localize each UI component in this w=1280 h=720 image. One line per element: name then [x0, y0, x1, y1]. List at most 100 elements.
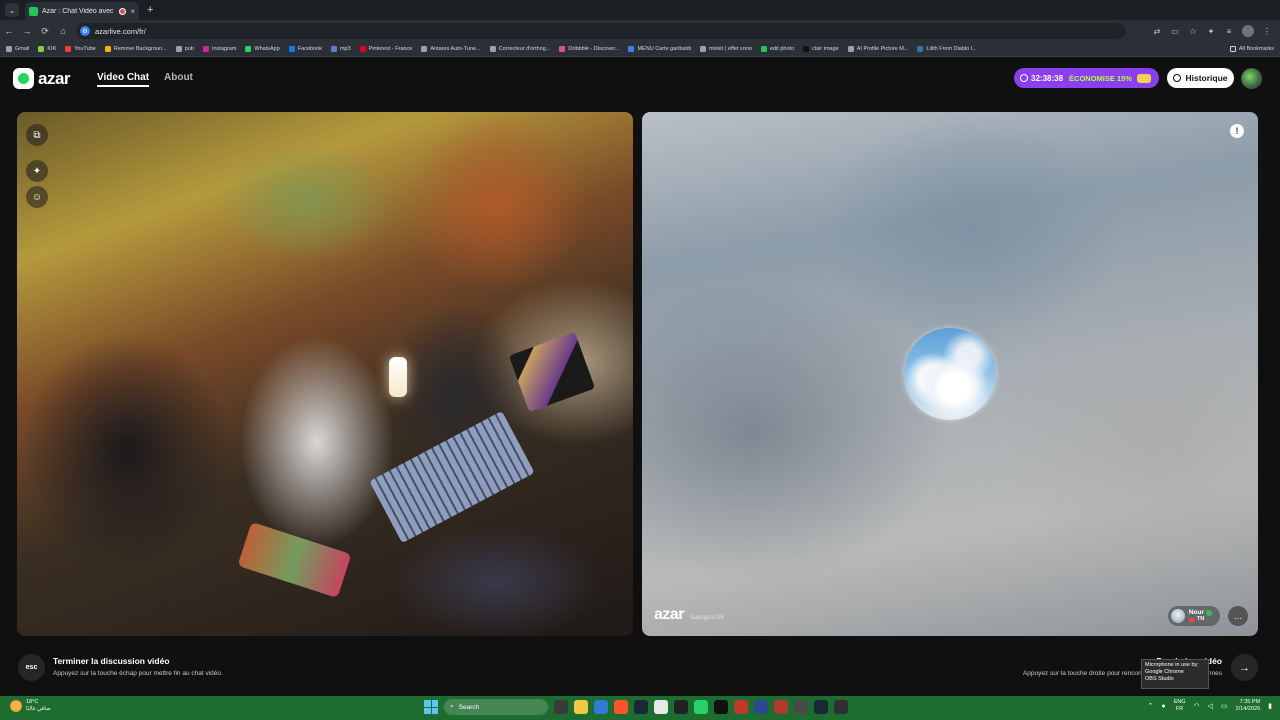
search-icon: ⌕: [450, 703, 454, 710]
all-bookmarks-button[interactable]: All Bookmarks: [1229, 46, 1280, 52]
bookmark-item[interactable]: MENU Carte garibaldi: [628, 46, 691, 52]
tab-title: Azar : Chat Vidéo avec de: [42, 7, 116, 15]
bookmark-icon: [245, 46, 252, 52]
steam-icon[interactable]: [634, 700, 648, 714]
magic-wand-icon[interactable]: ✦: [26, 160, 48, 182]
media-icon[interactable]: ≡: [1224, 26, 1234, 36]
report-icon[interactable]: !: [1230, 124, 1244, 138]
file-explorer-icon[interactable]: [574, 700, 588, 714]
store-icon[interactable]: [594, 700, 608, 714]
bookmark-item[interactable]: clair image: [803, 46, 839, 52]
app-icon[interactable]: [734, 700, 748, 714]
clock[interactable]: 7:35 PM 2/14/2026: [1236, 699, 1260, 713]
bookmark-item[interactable]: YouTube: [65, 46, 96, 52]
new-tab-button[interactable]: +: [147, 4, 153, 16]
history-button[interactable]: Historique: [1167, 68, 1234, 88]
volume-icon[interactable]: ◁: [1208, 702, 1213, 710]
translate-icon[interactable]: ⇄: [1152, 26, 1162, 36]
app-icon[interactable]: [714, 700, 728, 714]
tooltip-line: OBS Studio: [1145, 676, 1174, 682]
microphone-icon[interactable]: ●: [1161, 703, 1165, 710]
bookmark-item[interactable]: WhatsApp: [245, 46, 280, 52]
recording-indicator-icon: [119, 7, 127, 15]
end-chat-hint: Terminer la discussion vidéo Appuyez sur…: [53, 656, 223, 677]
cast-icon[interactable]: ▭: [1170, 26, 1180, 36]
chevron-up-icon[interactable]: ⌃: [1148, 702, 1154, 710]
search-label: Search: [458, 703, 480, 711]
nav-video-chat[interactable]: Video Chat: [97, 72, 150, 87]
chrome-icon[interactable]: [654, 700, 668, 714]
bookmark-item[interactable]: Antares Auto-Tune...: [421, 46, 481, 52]
bookmark-item[interactable]: Pinterest - France: [359, 46, 412, 52]
active-tab[interactable]: Azar : Chat Vidéo avec de ×: [25, 2, 139, 20]
peer-info: Nour TN: [1188, 609, 1212, 623]
wifi-icon[interactable]: ◠: [1194, 702, 1200, 710]
extensions-icon[interactable]: ✦: [1206, 26, 1216, 36]
bookmark-item[interactable]: Dribbble - Discover...: [559, 46, 619, 52]
bookmark-item[interactable]: pub: [175, 46, 194, 52]
end-chat-button[interactable]: esc: [18, 654, 45, 681]
steam-icon[interactable]: [814, 700, 828, 714]
promo-timer-button[interactable]: 32:38:38 ÉCONOMISE 15%: [1014, 68, 1159, 88]
bookmark-item[interactable]: Lilith From Diablo I...: [917, 46, 977, 52]
app-icon[interactable]: [794, 700, 808, 714]
notification-icon[interactable]: ▮: [1268, 702, 1272, 710]
folder-icon: [1229, 46, 1236, 52]
taskbar-search[interactable]: ⌕ Search: [444, 699, 548, 715]
next-video-button[interactable]: →: [1231, 654, 1258, 681]
tablet-device: [508, 331, 596, 413]
weather-widget[interactable]: 18°C صافي غالبًا: [10, 699, 51, 713]
forward-icon[interactable]: →: [18, 26, 36, 36]
bookmark-item[interactable]: Remove Backgroun...: [104, 46, 167, 52]
app-icon[interactable]: [754, 700, 768, 714]
bookmark-item[interactable]: Facebook: [288, 46, 322, 52]
remote-video-feed: ! azar Salmgha238 Nour TN …: [642, 112, 1258, 636]
app-icon[interactable]: [774, 700, 788, 714]
tab-close-icon[interactable]: ×: [130, 7, 135, 16]
bookmark-item[interactable]: Correcteur d'orthog...: [489, 46, 550, 52]
nav-about[interactable]: About: [164, 72, 193, 83]
address-bar[interactable]: ⚙ azarlive.com/fr/: [76, 23, 1126, 39]
url-text[interactable]: azarlive.com/fr/: [95, 27, 146, 36]
whatsapp-icon[interactable]: [694, 700, 708, 714]
obs-icon[interactable]: [834, 700, 848, 714]
back-icon[interactable]: ←: [0, 26, 18, 36]
bookmark-item[interactable]: KIK: [38, 46, 56, 52]
capcut-icon[interactable]: [674, 700, 688, 714]
azar-logo[interactable]: azar: [13, 68, 71, 89]
sticker-icon[interactable]: ☺: [26, 186, 48, 208]
peer-country: TN: [1196, 616, 1205, 622]
user-avatar[interactable]: [1241, 68, 1262, 89]
bookmark-icon: [288, 46, 295, 52]
brave-icon[interactable]: [614, 700, 628, 714]
chat-bubble-icon[interactable]: …: [1228, 606, 1248, 626]
bookmark-item[interactable]: Gmail: [6, 46, 29, 52]
language-indicator[interactable]: ENG FR: [1174, 699, 1186, 713]
home-icon[interactable]: ⌂: [54, 26, 72, 36]
start-icon[interactable]: [424, 700, 438, 714]
battery-icon[interactable]: ▭: [1221, 702, 1228, 710]
bookmark-star-icon[interactable]: ☆: [1188, 26, 1198, 36]
bookmark-item[interactable]: mp3: [330, 46, 351, 52]
local-video-feed: ⧉ ✦ ☺: [17, 112, 633, 636]
peer-name-row: Nour: [1189, 609, 1212, 616]
bookmark-item[interactable]: mixkit ( effet sono: [699, 46, 752, 52]
menu-icon[interactable]: ⋮: [1262, 26, 1272, 36]
site-info-icon[interactable]: ⚙: [80, 26, 90, 36]
browser-tab-strip: ⌄ Azar : Chat Vidéo avec de × +: [0, 0, 1280, 20]
promo-timer: 32:38:38: [1031, 73, 1064, 83]
windows-taskbar: 18°C صافي غالبًا ⌕ Search ⌃ ● ENG FR ◠ ◁ …: [0, 696, 1280, 720]
clock-time: 7:35 PM: [1239, 699, 1261, 705]
task-view-icon[interactable]: [554, 700, 568, 714]
reload-icon[interactable]: ⟳: [36, 26, 54, 37]
peer-profile-chip[interactable]: Nour TN: [1167, 606, 1220, 626]
camera-switch-icon[interactable]: ⧉: [26, 124, 48, 146]
end-chat-title: Terminer la discussion vidéo: [53, 656, 170, 666]
history-icon: [1173, 74, 1182, 82]
bookmark-item[interactable]: Instagram: [202, 46, 236, 52]
tab-search-icon[interactable]: ⌄: [5, 3, 19, 17]
weather-icon: [10, 700, 22, 712]
bookmark-item[interactable]: AI Profile Picture M...: [847, 46, 908, 52]
bookmark-item[interactable]: edit photo: [760, 46, 794, 52]
profile-avatar[interactable]: [1242, 25, 1254, 37]
